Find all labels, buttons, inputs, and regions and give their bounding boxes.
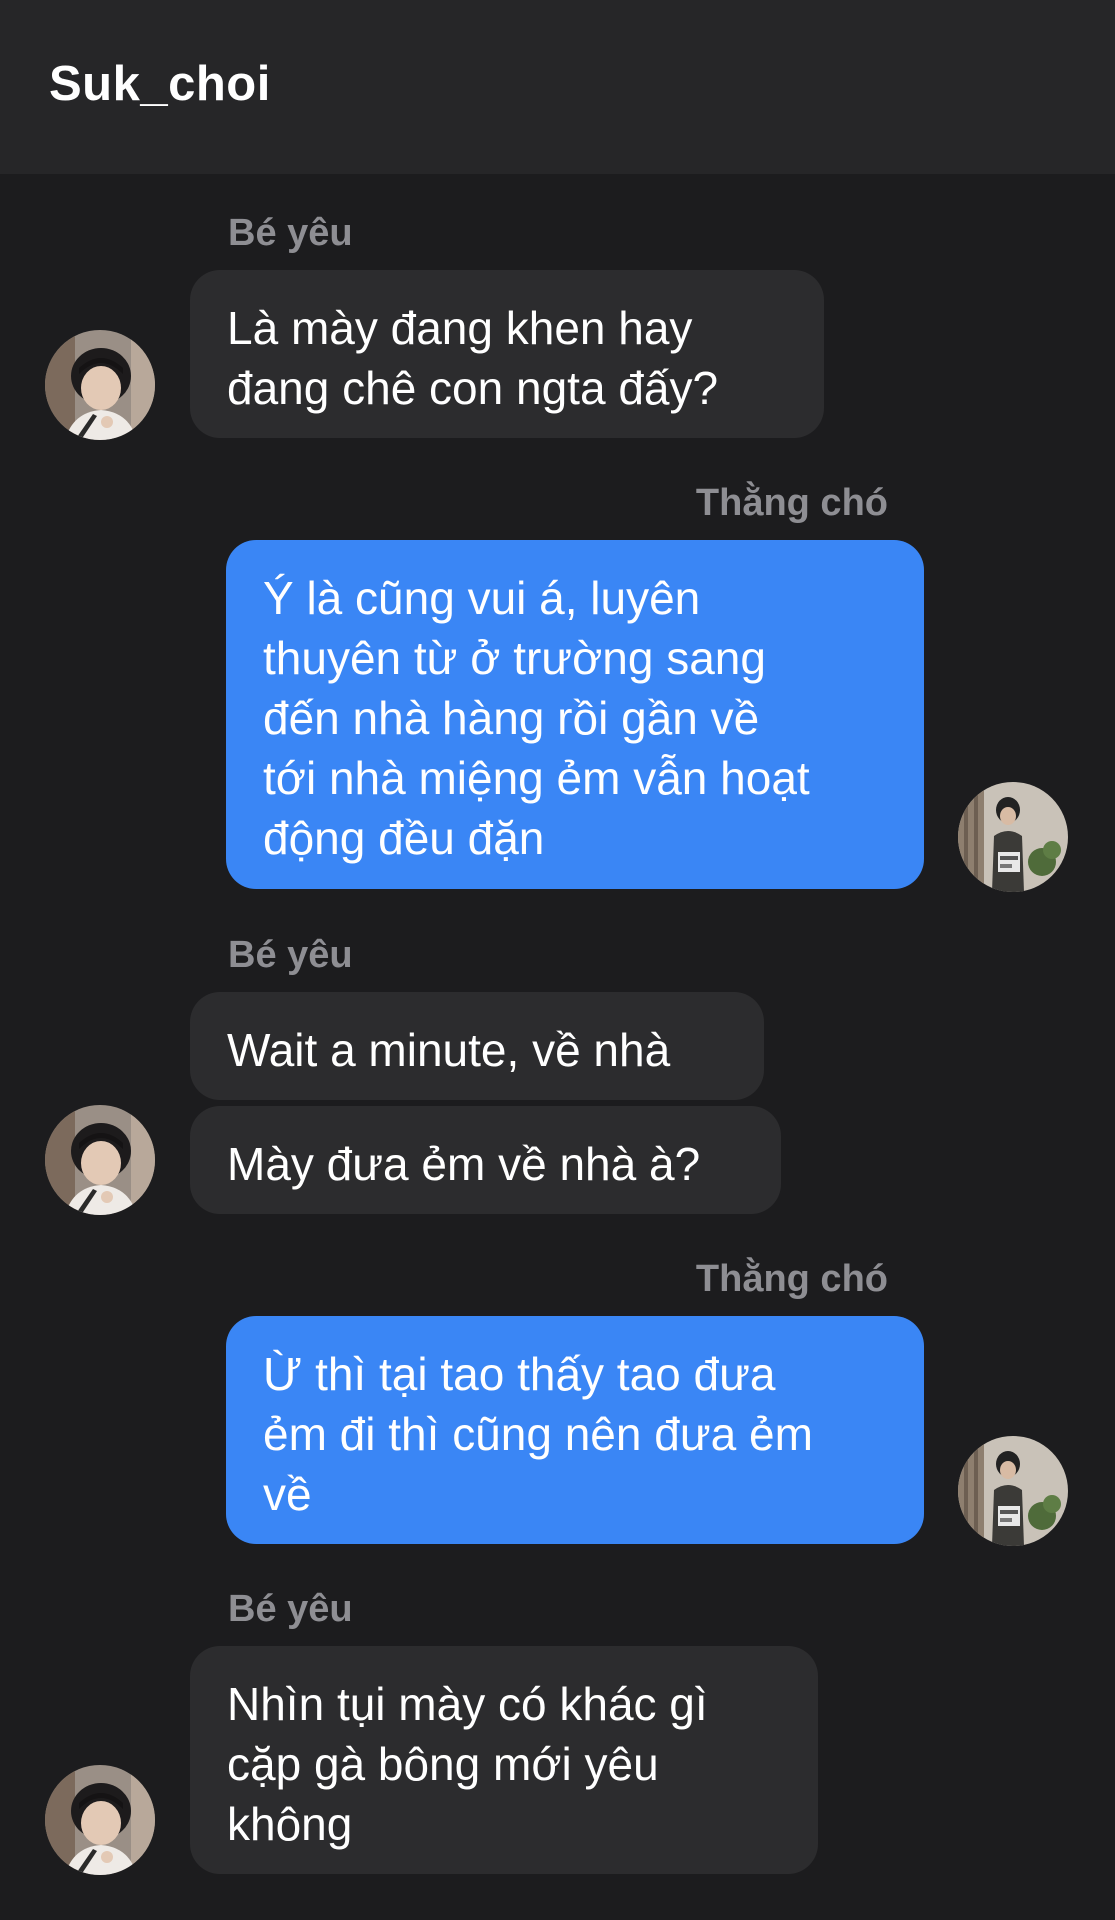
sender-label: Bé yêu <box>228 934 353 976</box>
incoming-message-bubble[interactable]: Là mày đang khen hay đang chê con ngta đ… <box>190 270 824 438</box>
sender-label: Bé yêu <box>228 1588 353 1630</box>
incoming-message-bubble[interactable]: Nhìn tụi mày có khác gì cặp gà bông mới … <box>190 1646 818 1874</box>
incoming-message-bubble[interactable]: Mày đưa ẻm về nhà à? <box>190 1106 781 1214</box>
sender-label: Thằng chó <box>695 1258 888 1300</box>
sender-label: Bé yêu <box>228 212 353 254</box>
contact-avatar[interactable] <box>45 1105 155 1215</box>
avatar-thang-cho-icon <box>958 782 1068 892</box>
outgoing-message-bubble[interactable]: Ừ thì tại tao thấy tao đưa ẻm đi thì cũn… <box>226 1316 924 1544</box>
avatar-be-yeu-icon <box>45 1765 155 1875</box>
contact-avatar[interactable] <box>45 1765 155 1875</box>
sender-label: Thằng chó <box>695 482 888 524</box>
avatar-be-yeu-icon <box>45 1105 155 1215</box>
contact-avatar[interactable] <box>45 330 155 440</box>
user-avatar[interactable] <box>958 1436 1068 1546</box>
avatar-be-yeu-icon <box>45 330 155 440</box>
avatar-thang-cho-icon <box>958 1436 1068 1546</box>
incoming-message-bubble[interactable]: Wait a minute, về nhà <box>190 992 764 1100</box>
chat-header: Suk_choi <box>0 0 1115 174</box>
outgoing-message-bubble[interactable]: Ý là cũng vui á, luyên thuyên từ ở trườn… <box>226 540 924 889</box>
chat-screen: Suk_choi Bé yêu Là mày đang khen hay đan… <box>0 0 1115 1920</box>
chat-title[interactable]: Suk_choi <box>49 56 271 112</box>
user-avatar[interactable] <box>958 782 1068 892</box>
